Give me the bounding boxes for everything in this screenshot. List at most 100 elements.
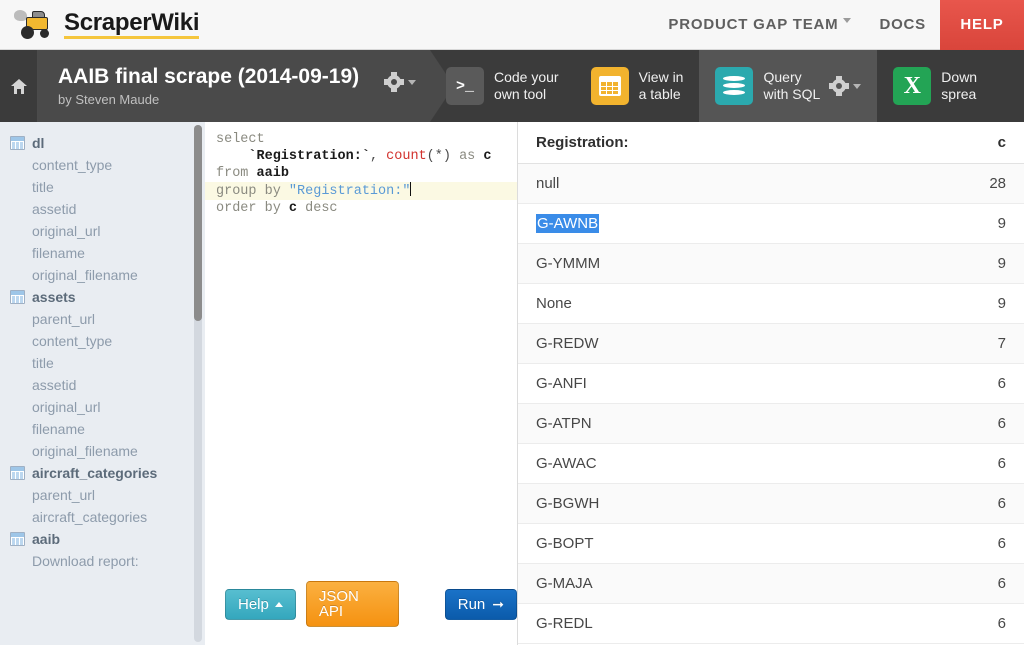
schema-column-download-report-[interactable]: Download report: bbox=[0, 550, 205, 572]
schema-table-aircraft_categories[interactable]: aircraft_categories bbox=[0, 462, 205, 484]
table-row[interactable]: G-REDL 6 bbox=[518, 603, 1024, 644]
tool-label-line1: Code your bbox=[494, 68, 559, 85]
selected-text[interactable]: G-AWNB bbox=[536, 214, 600, 233]
tool-download-as-spreadsheet[interactable]: X Down sprea bbox=[877, 50, 993, 122]
cell-registration[interactable]: G-REDL bbox=[518, 603, 771, 644]
cell-count[interactable]: 6 bbox=[771, 523, 1024, 564]
cell-registration[interactable]: G-BOPT bbox=[518, 523, 771, 564]
sidebar-scrollbar-thumb[interactable] bbox=[194, 125, 202, 321]
dataset-settings-button[interactable] bbox=[384, 72, 416, 92]
cell-count[interactable]: 6 bbox=[771, 403, 1024, 444]
schema-column-original-url[interactable]: original_url bbox=[0, 220, 205, 242]
cell-registration[interactable]: G-ATPN bbox=[518, 403, 771, 444]
schema-table-name: dl bbox=[32, 135, 45, 151]
cell-registration[interactable]: G-BGWH bbox=[518, 483, 771, 524]
schema-sidebar: dl content_type title assetid original_url fi… bbox=[0, 122, 205, 645]
cell-count[interactable]: 6 bbox=[771, 443, 1024, 484]
table-row[interactable]: G-MAJA 6 bbox=[518, 563, 1024, 604]
table-row[interactable]: G-ATPN 6 bbox=[518, 403, 1024, 444]
top-brand-bar: ScraperWiki PRODUCT GAP TEAM DOCS HELP bbox=[0, 0, 1024, 50]
table-row[interactable]: G-REDW 7 bbox=[518, 323, 1024, 364]
schema-column-assetid[interactable]: assetid bbox=[0, 198, 205, 220]
table-row[interactable]: G-BOPT 6 bbox=[518, 523, 1024, 564]
table-icon bbox=[10, 532, 25, 546]
column-header-count[interactable]: c bbox=[771, 122, 1024, 164]
cell-count[interactable]: 6 bbox=[771, 363, 1024, 404]
code-token: (*) bbox=[426, 149, 460, 164]
table-row[interactable]: G-ANFI 6 bbox=[518, 363, 1024, 404]
schema-column-content-type[interactable]: content_type bbox=[0, 154, 205, 176]
schema-column-parent-url[interactable]: parent_url bbox=[0, 308, 205, 330]
tool-list: >_ Code your own tool View in a table Qu… bbox=[430, 50, 1024, 122]
schema-column-original-filename[interactable]: original_filename bbox=[0, 264, 205, 286]
table-row[interactable]: None 9 bbox=[518, 283, 1024, 324]
tool-label-line2: a table bbox=[638, 86, 681, 102]
cell-registration[interactable]: G-AWAC bbox=[518, 443, 771, 484]
run-button[interactable]: Run ➞ bbox=[444, 588, 517, 620]
cell-count[interactable]: 28 bbox=[771, 163, 1024, 204]
schema-column-filename[interactable]: filename bbox=[0, 242, 205, 264]
cell-registration[interactable]: G-REDW bbox=[518, 323, 771, 364]
home-button[interactable] bbox=[0, 50, 38, 122]
nav-item-product-gap-team[interactable]: PRODUCT GAP TEAM bbox=[654, 0, 865, 50]
cell-count[interactable]: 6 bbox=[771, 483, 1024, 524]
terminal-icon: >_ bbox=[446, 67, 484, 105]
table-row[interactable]: G-AWNB 9 bbox=[518, 203, 1024, 244]
cell-count[interactable]: 6 bbox=[771, 563, 1024, 604]
table-row[interactable]: G-AWAC 6 bbox=[518, 443, 1024, 484]
chevron-down-icon bbox=[853, 83, 862, 89]
cell-count[interactable]: 6 bbox=[771, 603, 1024, 644]
tool-label: Down sprea bbox=[941, 69, 977, 104]
cell-count[interactable]: 9 bbox=[771, 203, 1024, 244]
tool-query-with-sql[interactable]: Query with SQL bbox=[699, 50, 878, 122]
nav-item-docs[interactable]: DOCS bbox=[865, 0, 940, 50]
schema-column-parent-url[interactable]: parent_url bbox=[0, 484, 205, 506]
schema-column-filename[interactable]: filename bbox=[0, 418, 205, 440]
schema-column-aircraft-categories[interactable]: aircraft_categories bbox=[0, 506, 205, 528]
table-row[interactable]: G-BGWH 6 bbox=[518, 483, 1024, 524]
database-icon bbox=[715, 67, 754, 105]
sql-editor-input[interactable]: select `Registration:`, count(*) as c fro… bbox=[205, 122, 517, 569]
table-row[interactable]: null 28 bbox=[518, 163, 1024, 204]
cell-registration[interactable]: None bbox=[518, 283, 771, 324]
cell-registration[interactable]: G-MAJA bbox=[518, 563, 771, 604]
cell-count[interactable]: 9 bbox=[771, 243, 1024, 284]
json-api-button[interactable]: JSON API bbox=[305, 581, 399, 627]
brand-logo-link[interactable]: ScraperWiki bbox=[12, 0, 200, 50]
schema-table-name: aaib bbox=[32, 531, 61, 547]
tool-label: View in a table bbox=[639, 69, 684, 104]
schema-column-assetid[interactable]: assetid bbox=[0, 374, 205, 396]
tool-label-line2: with SQL bbox=[763, 86, 821, 102]
table-row[interactable]: G-YMMM 9 bbox=[518, 243, 1024, 284]
nav-item-label: PRODUCT GAP TEAM bbox=[668, 16, 839, 33]
tool-settings-button[interactable] bbox=[829, 76, 862, 96]
schema-column-content-type[interactable]: content_type bbox=[0, 330, 205, 352]
dataset-toolbar: AAIB final scrape (2014-09-19) by Steven… bbox=[0, 50, 1024, 122]
schema-table-assets[interactable]: assets bbox=[0, 286, 205, 308]
brand-name: ScraperWiki bbox=[64, 10, 200, 40]
gear-icon bbox=[829, 76, 850, 96]
schema-column-original-url[interactable]: original_url bbox=[0, 396, 205, 418]
schema-column-title[interactable]: title bbox=[0, 352, 205, 374]
column-header-registration[interactable]: Registration: bbox=[518, 122, 771, 164]
cell-count[interactable]: 9 bbox=[771, 283, 1024, 324]
tool-view-in-a-table[interactable]: View in a table bbox=[575, 50, 700, 122]
schema-column-original-filename[interactable]: original_filename bbox=[0, 440, 205, 462]
schema-table-aaib[interactable]: aaib bbox=[0, 528, 205, 550]
code-line-1: select bbox=[205, 131, 517, 148]
cell-registration[interactable]: null bbox=[518, 163, 771, 204]
cell-registration[interactable]: G-YMMM bbox=[518, 243, 771, 284]
cell-registration[interactable]: G-ANFI bbox=[518, 363, 771, 404]
code-token: , bbox=[369, 149, 387, 164]
help-dropdown-button[interactable]: Help bbox=[225, 588, 296, 620]
cell-count[interactable]: 7 bbox=[771, 323, 1024, 364]
schema-column-title[interactable]: title bbox=[0, 176, 205, 198]
nav-item-label: DOCS bbox=[879, 16, 926, 33]
schema-table-name: aircraft_categories bbox=[32, 465, 158, 481]
code-token: c bbox=[483, 149, 492, 164]
help-button[interactable]: HELP bbox=[940, 0, 1024, 50]
table-icon bbox=[10, 290, 25, 304]
cell-registration[interactable]: G-AWNB bbox=[518, 203, 771, 244]
schema-table-dl[interactable]: dl bbox=[0, 132, 205, 154]
